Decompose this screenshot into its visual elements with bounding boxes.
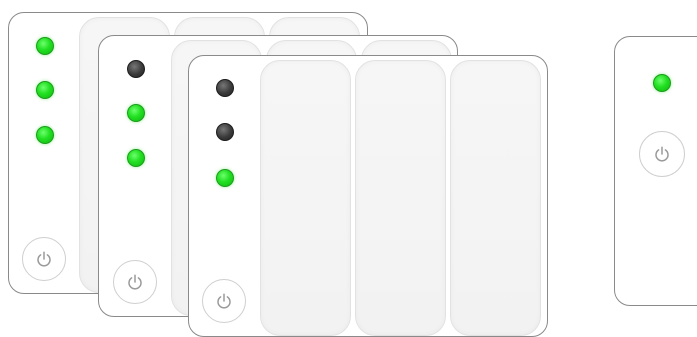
drive-bay[interactable] (355, 60, 446, 336)
drive-bay[interactable] (260, 60, 351, 336)
power-button[interactable] (22, 237, 66, 281)
status-led-3 (127, 149, 145, 167)
power-icon (37, 251, 51, 267)
storage-unit-4 (614, 36, 697, 306)
status-led-3 (36, 126, 54, 144)
status-led-1 (653, 74, 671, 92)
status-led-2 (127, 104, 145, 122)
status-led-2 (36, 81, 54, 99)
status-led-1 (216, 79, 234, 97)
status-led-1 (127, 60, 145, 78)
drive-bay[interactable] (450, 60, 541, 336)
power-icon (128, 274, 142, 290)
power-icon (655, 146, 669, 162)
drive-bays (260, 60, 541, 336)
power-button[interactable] (113, 260, 157, 304)
power-button[interactable] (202, 279, 246, 323)
status-led-1 (36, 37, 54, 55)
status-led-3 (216, 169, 234, 187)
status-led-2 (216, 123, 234, 141)
power-icon (217, 293, 231, 309)
storage-unit-3 (188, 55, 548, 337)
power-button[interactable] (639, 131, 685, 177)
